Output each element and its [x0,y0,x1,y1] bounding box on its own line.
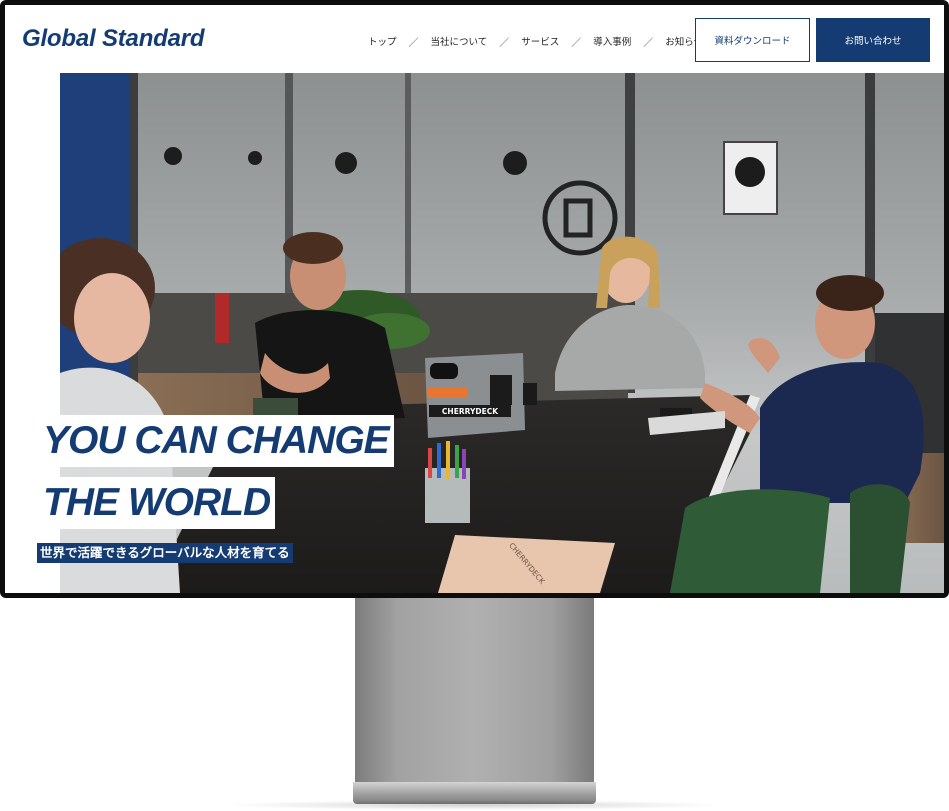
nav-about[interactable]: 当社について [431,34,488,48]
download-materials-button[interactable]: 資料ダウンロード [695,18,810,62]
main-nav: トップ ／ 当社について ／ サービス ／ 導入事例 ／ お知らせ [368,33,703,49]
site-logo[interactable]: Global Standard [22,25,205,53]
nav-separator: ／ [499,37,510,49]
nav-case-studies[interactable]: 導入事例 [593,34,631,48]
laptop-sticker-text: CHERRYDECK [442,407,499,416]
nav-separator: ／ [571,37,582,49]
contact-button[interactable]: お問い合わせ [816,18,930,62]
site-header: Global Standard トップ ／ 当社について ／ サービス ／ 導入… [5,5,944,73]
nav-separator: ／ [408,37,419,49]
monitor-stand-neck [355,598,594,783]
nav-service[interactable]: サービス [521,34,559,48]
hero-subheadline: 世界で活躍できるグローバルな人材を育てる [37,543,293,563]
nav-top[interactable]: トップ [368,34,397,48]
hero-headline-line1: YOU CAN CHANGE [40,415,394,467]
monitor-shadow [220,800,730,810]
monitor-frame: Global Standard トップ ／ 当社について ／ サービス ／ 導入… [0,0,949,598]
hero-headline-line2: THE WORLD [40,477,276,529]
website-screen: Global Standard トップ ／ 当社について ／ サービス ／ 導入… [5,5,944,593]
nav-separator: ／ [643,37,654,49]
